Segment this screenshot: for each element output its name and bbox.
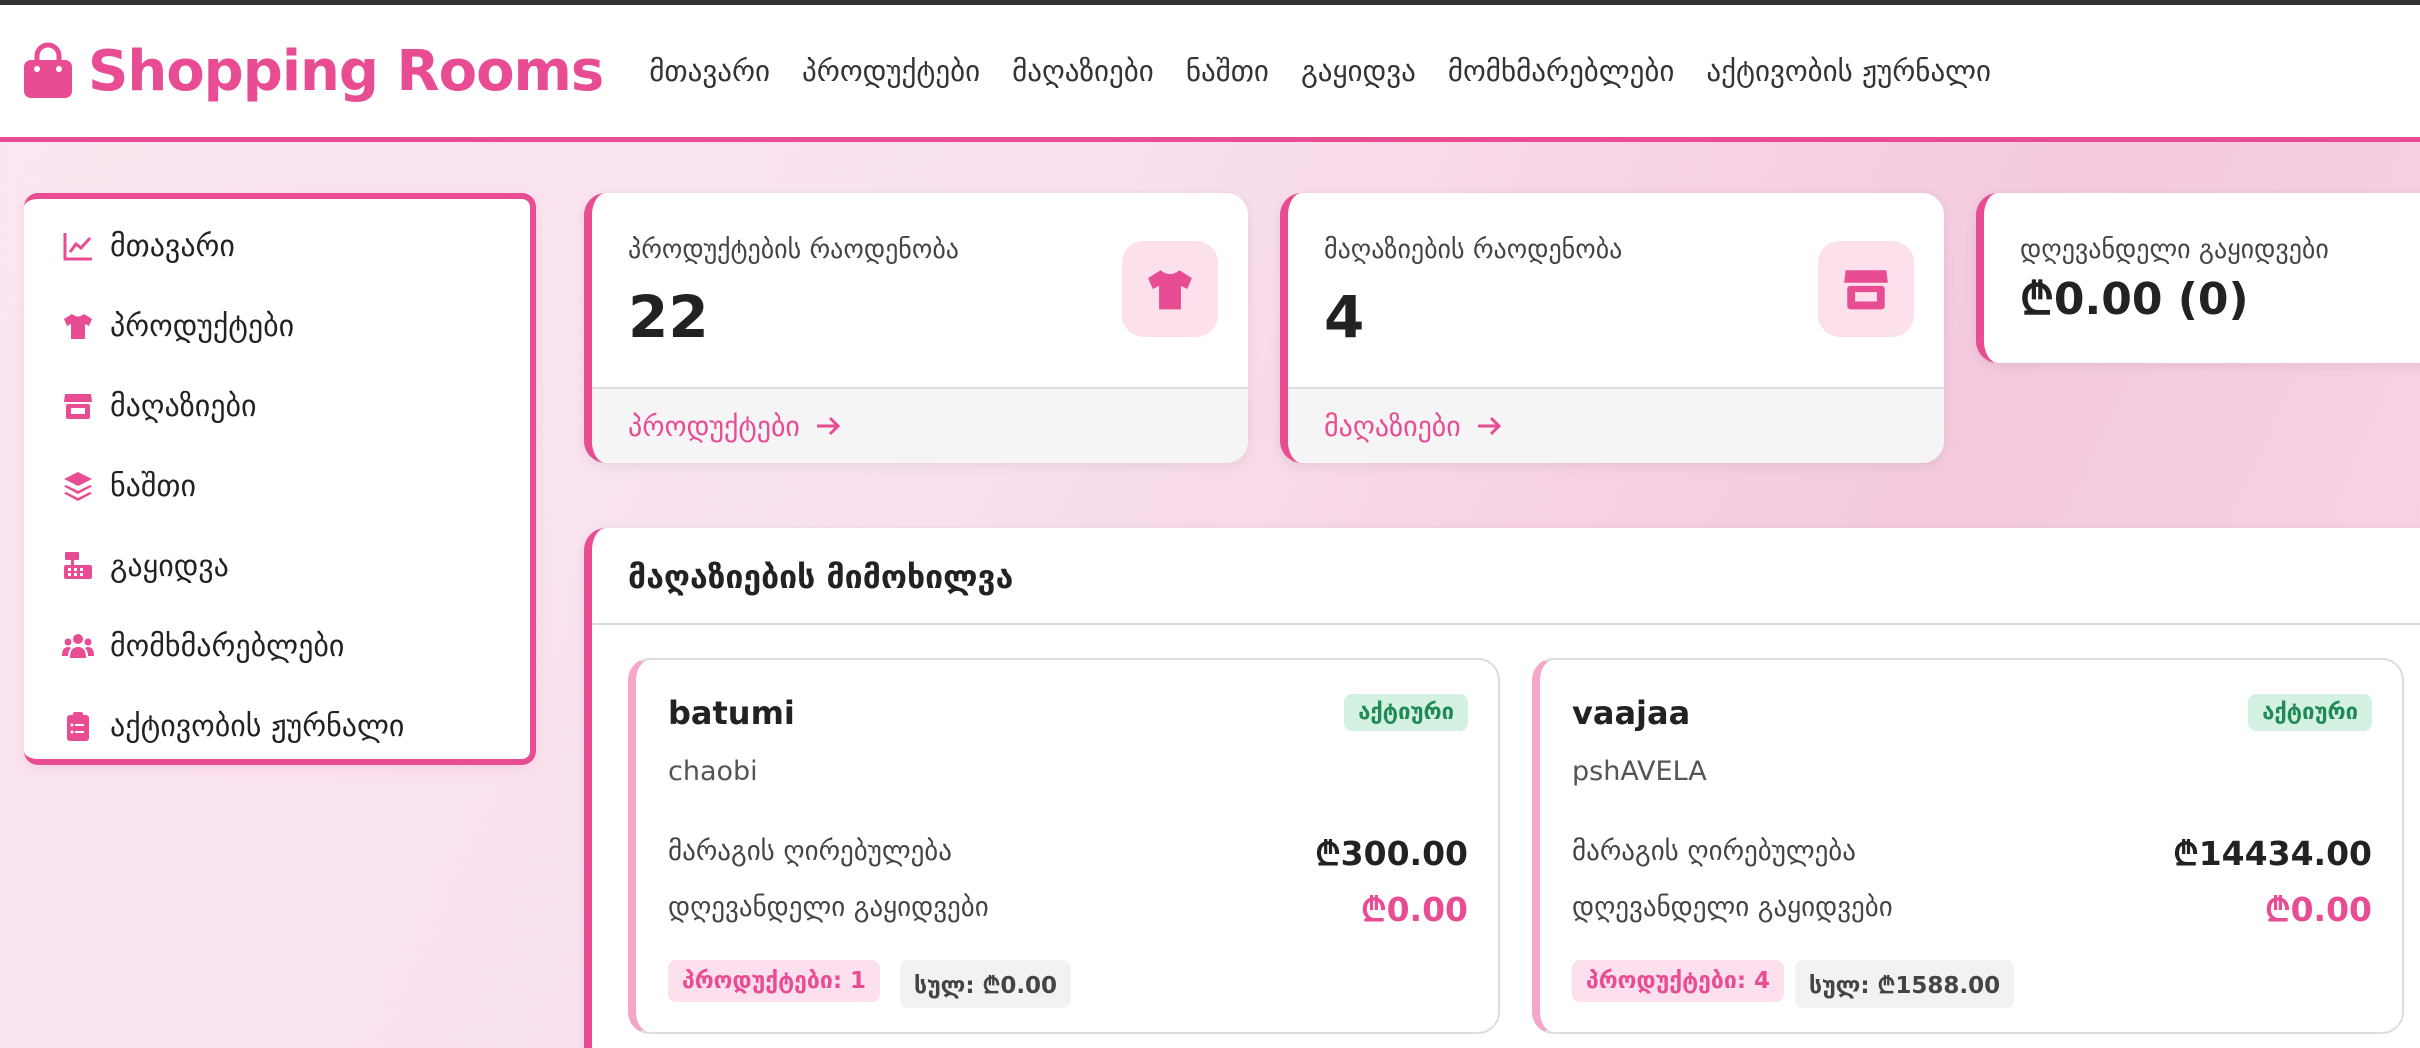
topnav-products[interactable]: პროდუქტები bbox=[802, 54, 980, 88]
stat-card-today-sales: დღევანდელი გაყიდვები ₾0.00 (0) bbox=[1976, 193, 2420, 363]
store-subtitle: chaobi bbox=[668, 756, 758, 787]
top-navigation: მთავარი პროდუქტები მაღაზიები ნაშთი გაყიდ… bbox=[649, 54, 2023, 88]
sidebar-item-label: პროდუქტები bbox=[110, 308, 295, 344]
stat-label: პროდუქტების რაოდენობა bbox=[628, 235, 959, 265]
products-count-tag: პროდუქტები: 4 bbox=[1572, 960, 1785, 1002]
today-sales-value: ₾0.00 bbox=[2265, 890, 2372, 929]
stock-value: ₾300.00 bbox=[1315, 834, 1468, 873]
stores-overview-panel: მაღაზიების მიმოხილვა batumi აქტიური chao… bbox=[584, 528, 2420, 1048]
top-header: Shopping Rooms მთავარი პროდუქტები მაღაზი… bbox=[0, 5, 2420, 142]
stores-link[interactable]: მაღაზიები bbox=[1288, 387, 1944, 463]
stat-card-stores: მაღაზიების რაოდენობა 4 მაღაზიები bbox=[1280, 193, 1944, 463]
status-badge: აქტიური bbox=[2248, 694, 2372, 731]
store-name: batumi bbox=[668, 694, 795, 732]
today-sales-label: დღევანდელი გაყიდვები bbox=[668, 892, 989, 923]
chart-line-icon bbox=[60, 228, 96, 264]
stat-card-products: პროდუქტების რაოდენობა 22 პროდუქტები bbox=[584, 193, 1248, 463]
sidebar-item-sales[interactable]: გაყიდვა bbox=[60, 541, 229, 591]
status-badge: აქტიური bbox=[1344, 694, 1468, 731]
arrow-right-icon bbox=[816, 416, 841, 436]
topnav-stores[interactable]: მაღაზიები bbox=[1012, 54, 1154, 88]
sidebar-item-stores[interactable]: მაღაზიები bbox=[60, 381, 257, 431]
brand-name: Shopping Rooms bbox=[88, 38, 604, 104]
tshirt-icon bbox=[60, 308, 96, 344]
store-card-batumi[interactable]: batumi აქტიური chaobi მარაგის ღირებულება… bbox=[628, 658, 1500, 1034]
clipboard-icon bbox=[60, 708, 96, 744]
tshirt-icon bbox=[1122, 241, 1218, 337]
sidebar-item-activity-log[interactable]: აქტივობის ჟურნალი bbox=[60, 701, 404, 751]
products-count-tag: პროდუქტები: 1 bbox=[668, 960, 881, 1002]
stat-value: 22 bbox=[628, 283, 709, 351]
stock-value-label: მარაგის ღირებულება bbox=[668, 836, 952, 867]
sidebar: მთავარი პროდუქტები მაღაზიები ნაშთი გაყიდ… bbox=[24, 193, 536, 765]
topnav-home[interactable]: მთავარი bbox=[649, 54, 770, 88]
store-icon bbox=[60, 388, 96, 424]
cash-register-icon bbox=[60, 548, 96, 584]
sidebar-item-label: აქტივობის ჟურნალი bbox=[110, 708, 405, 744]
topnav-stock[interactable]: ნაშთი bbox=[1186, 54, 1269, 88]
stat-value: 4 bbox=[1324, 283, 1365, 351]
today-sales-label: დღევანდელი გაყიდვები bbox=[1572, 892, 1893, 923]
panel-title: მაღაზიების მიმოხილვა bbox=[628, 558, 1014, 596]
sidebar-item-stock[interactable]: ნაშთი bbox=[60, 461, 196, 511]
stat-label: დღევანდელი გაყიდვები bbox=[2020, 235, 2329, 265]
total-tag: სულ: ₾0.00 bbox=[900, 960, 1072, 1008]
sidebar-item-home[interactable]: მთავარი bbox=[60, 221, 235, 271]
total-tag: სულ: ₾1588.00 bbox=[1795, 960, 2015, 1008]
arrow-right-icon bbox=[1477, 416, 1501, 436]
stock-value: ₾14434.00 bbox=[2173, 834, 2372, 873]
store-icon bbox=[1818, 241, 1914, 337]
sidebar-item-label: გაყიდვა bbox=[110, 548, 229, 584]
divider bbox=[592, 623, 2420, 625]
stat-label: მაღაზიების რაოდენობა bbox=[1324, 235, 1623, 265]
sidebar-item-label: მთავარი bbox=[110, 228, 235, 264]
stock-value-label: მარაგის ღირებულება bbox=[1572, 836, 1856, 867]
brand-logo[interactable]: Shopping Rooms bbox=[22, 38, 604, 104]
layers-icon bbox=[60, 468, 96, 504]
store-subtitle: pshAVELA bbox=[1572, 756, 1707, 787]
link-label: მაღაზიები bbox=[1324, 409, 1461, 443]
link-label: პროდუქტები bbox=[628, 409, 800, 443]
sidebar-item-users[interactable]: მომხმარებლები bbox=[60, 621, 344, 671]
users-icon bbox=[60, 628, 96, 664]
today-sales-value: ₾0.00 bbox=[1361, 890, 1468, 929]
products-link[interactable]: პროდუქტები bbox=[592, 387, 1248, 463]
sidebar-item-label: მაღაზიები bbox=[110, 388, 257, 424]
shopping-bag-icon bbox=[24, 42, 72, 98]
sidebar-item-label: მომხმარებლები bbox=[110, 628, 345, 664]
sidebar-item-label: ნაშთი bbox=[110, 468, 196, 504]
stat-value: ₾0.00 (0) bbox=[2020, 274, 2249, 325]
sidebar-item-products[interactable]: პროდუქტები bbox=[60, 301, 294, 351]
store-name: vaajaa bbox=[1572, 694, 1691, 732]
store-card-vaajaa[interactable]: vaajaa აქტიური pshAVELA მარაგის ღირებულე… bbox=[1532, 658, 2404, 1034]
topnav-sales[interactable]: გაყიდვა bbox=[1301, 54, 1416, 88]
topnav-users[interactable]: მომხმარებლები bbox=[1448, 54, 1675, 88]
topnav-activity-log[interactable]: აქტივობის ჟურნალი bbox=[1706, 54, 1991, 88]
